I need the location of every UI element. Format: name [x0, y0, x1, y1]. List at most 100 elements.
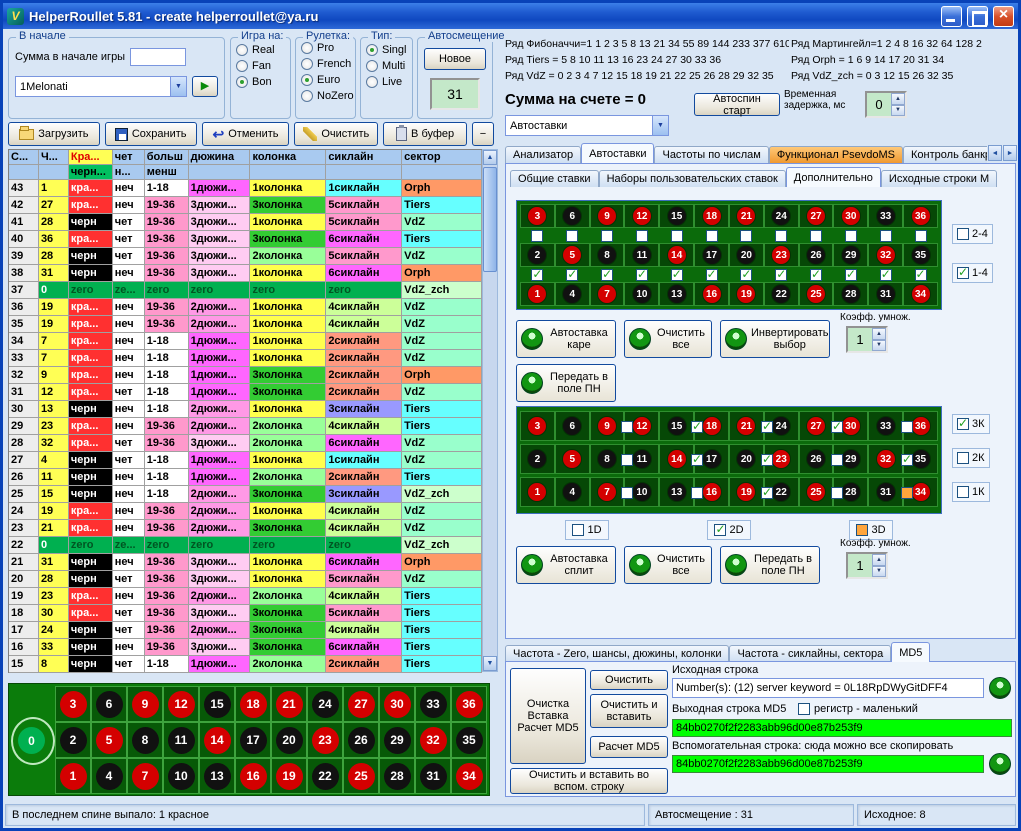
kare-checkbox[interactable] [566, 269, 578, 281]
kare-transfer-button[interactable]: Передать в поле ПН [516, 364, 616, 402]
board-cell[interactable]: 18 [235, 686, 271, 722]
radio-option[interactable]: Fan [236, 60, 285, 72]
bet-number-cell[interactable]: 6 [555, 204, 590, 228]
split-checkbox[interactable] [691, 454, 703, 466]
roulette-wheel-icon[interactable] [989, 753, 1011, 775]
spinner-down-icon[interactable]: ▼ [872, 340, 886, 352]
history-row[interactable]: 4227кра...неч19-363дюжи...3колонка5сикла… [9, 197, 482, 214]
kare-autostavka-button[interactable]: Автоставка каре [516, 320, 616, 358]
history-row[interactable]: 158чернчет1-181дюжи...2колонка2сиклайнTi… [9, 656, 482, 673]
history-row[interactable]: 2611черннеч1-181дюжи...2колонка2сиклайнT… [9, 469, 482, 486]
bet-number-cell[interactable]: 19 [729, 282, 764, 306]
side-check[interactable]: 3К [952, 414, 990, 434]
md5-calc-button[interactable]: Расчет MD5 [590, 736, 668, 758]
board-cell[interactable]: 19 [271, 758, 307, 794]
side-check[interactable]: 1К [952, 482, 990, 502]
split-checkbox[interactable] [691, 421, 703, 433]
bet-number-cell[interactable]: 35 [903, 243, 938, 267]
minimize-button[interactable] [941, 6, 962, 27]
sub-tab[interactable]: Общие ставки [510, 170, 599, 187]
bet-number-cell[interactable]: 1 [520, 477, 555, 507]
bet-number-cell[interactable]: 2 [520, 243, 555, 267]
chevron-down-icon[interactable]: ▼ [170, 77, 186, 96]
board-cell[interactable]: 22 [307, 758, 343, 794]
bet-number-cell[interactable]: 31 [868, 282, 903, 306]
spinner-down-icon[interactable]: ▼ [872, 566, 886, 578]
kare-checkbox[interactable] [880, 230, 892, 242]
md5-big-button[interactable]: Очистка Вставка Расчет MD5 [510, 668, 586, 764]
spinner-down-icon[interactable]: ▼ [891, 105, 905, 117]
load-button[interactable]: Загрузить [8, 122, 100, 146]
kare-checkbox[interactable] [566, 230, 578, 242]
history-row[interactable]: 329кра...неч1-181дюжи...3колонка2сиклайн… [9, 367, 482, 384]
history-row[interactable]: 2923кра...неч19-362дюжи...2колонка4сикла… [9, 418, 482, 435]
history-row[interactable]: 2515черннеч1-182дюжи...3колонка3сиклайнV… [9, 486, 482, 503]
bet-number-cell[interactable]: 2 [520, 444, 555, 474]
kare-checkbox[interactable] [706, 230, 718, 242]
tab-scroll-right-icon[interactable]: ► [1003, 145, 1017, 161]
split-checkbox[interactable] [621, 487, 633, 499]
bet-number-cell[interactable]: 27 [799, 411, 834, 441]
sub-tab[interactable]: Исходные строки М [881, 170, 997, 187]
bet-number-cell[interactable]: 27 [799, 204, 834, 228]
scroll-down-icon[interactable]: ▼ [483, 656, 497, 671]
radio-option[interactable]: Singl [366, 44, 407, 56]
undo-button[interactable]: ↩Отменить [202, 122, 290, 146]
kare-checkbox[interactable] [671, 230, 683, 242]
kare-checkbox[interactable] [531, 269, 543, 281]
bet-number-cell[interactable]: 20 [729, 243, 764, 267]
split-checkbox[interactable] [831, 421, 843, 433]
split-checkbox[interactable] [901, 421, 913, 433]
history-row[interactable]: 2832кра...чет19-363дюжи...2колонка6сикла… [9, 435, 482, 452]
main-tab[interactable]: Функционал PsevdoMS [769, 146, 903, 163]
bet-number-cell[interactable]: 9 [590, 204, 625, 228]
bet-number-cell[interactable]: 14 [659, 243, 694, 267]
bet-number-cell[interactable]: 22 [764, 282, 799, 306]
bet-number-cell[interactable]: 8 [590, 243, 625, 267]
kare-checkbox[interactable] [810, 269, 822, 281]
autostavki-combobox[interactable]: Автоставки ▼ [505, 115, 669, 136]
board-cell[interactable]: 15 [199, 686, 235, 722]
clear-button[interactable]: Очистить [294, 122, 378, 146]
board-cell[interactable]: 11 [163, 722, 199, 758]
board-cell[interactable]: 30 [379, 686, 415, 722]
bet-number-cell[interactable]: 36 [903, 204, 938, 228]
kare-checkbox[interactable] [636, 269, 648, 281]
main-tab[interactable]: Автоставки [581, 143, 654, 163]
history-row[interactable]: 3831черннеч19-363дюжи...1колонка6сиклайн… [9, 265, 482, 282]
split-checkbox[interactable] [831, 487, 843, 499]
split-koeff-spinner[interactable]: 1 ▲▼ [846, 552, 888, 579]
bet-number-cell[interactable]: 25 [799, 477, 834, 507]
split-checkbox[interactable] [761, 487, 773, 499]
board-cell[interactable]: 9 [127, 686, 163, 722]
history-row[interactable]: 337кра...неч1-181дюжи...1колонка2сиклайн… [9, 350, 482, 367]
split-checkbox[interactable] [761, 421, 773, 433]
history-row[interactable]: 3619кра...неч19-362дюжи...1колонка4сикла… [9, 299, 482, 316]
board-cell[interactable]: 20 [271, 722, 307, 758]
bet-number-cell[interactable]: 13 [659, 282, 694, 306]
bet-number-cell[interactable]: 25 [799, 282, 834, 306]
bet-number-cell[interactable]: 24 [764, 204, 799, 228]
frequency-tab[interactable]: MD5 [891, 642, 930, 662]
split-checkbox[interactable] [831, 454, 843, 466]
board-cell[interactable]: 1 [55, 758, 91, 794]
bet-number-cell[interactable]: 4 [555, 477, 590, 507]
radio-option[interactable]: Bon [236, 76, 285, 88]
preset-combobox[interactable]: 1Melonati ▼ [15, 76, 187, 97]
split-checkbox[interactable] [621, 421, 633, 433]
sub-tab[interactable]: Наборы пользовательских ставок [599, 170, 786, 187]
minus-button[interactable]: − [472, 122, 494, 146]
spinner-up-icon[interactable]: ▲ [891, 93, 905, 105]
split-checkbox[interactable] [691, 487, 703, 499]
bet-number-cell[interactable]: 34 [903, 282, 938, 306]
buffer-button[interactable]: В буфер [383, 122, 467, 146]
frequency-tab[interactable]: Частота - Zero, шансы, дюжины, колонки [505, 645, 729, 662]
bet-number-cell[interactable]: 11 [624, 243, 659, 267]
kare-checkbox[interactable] [706, 269, 718, 281]
tab-scroll-left-icon[interactable]: ◄ [988, 145, 1002, 161]
md5-clear-paste-aux-button[interactable]: Очистить и вставить во вспом. строку [510, 768, 668, 794]
md5-source-input[interactable] [672, 678, 984, 698]
register-checkbox[interactable] [798, 703, 810, 715]
bet-number-cell[interactable]: 26 [799, 243, 834, 267]
radio-option[interactable]: Live [366, 76, 407, 88]
